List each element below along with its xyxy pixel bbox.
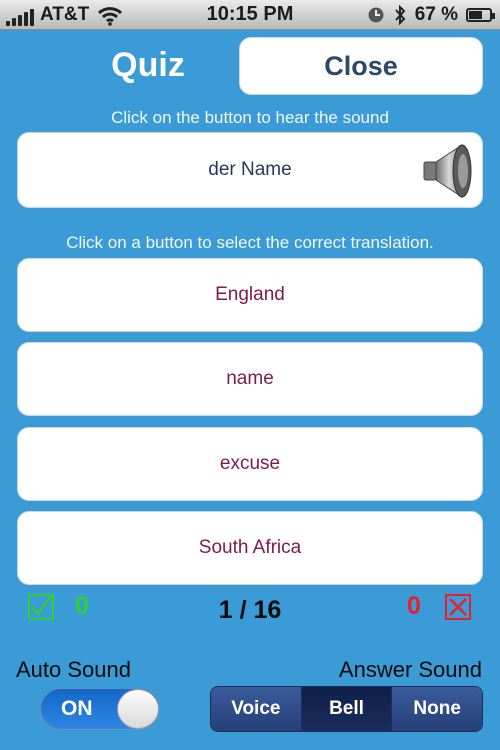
wrong-count: 0 — [407, 592, 421, 620]
speaker-icon — [423, 144, 472, 198]
battery-fill — [469, 11, 483, 19]
answer-label: South Africa — [198, 537, 302, 558]
answer-option-3[interactable]: excuse — [17, 427, 483, 501]
translation-hint: Click on a button to select the correct … — [66, 233, 434, 252]
status-bar: AT&T 10:15 PM 67 % — [0, 0, 500, 30]
word-label: der Name — [208, 159, 292, 180]
answer-label: England — [215, 284, 285, 305]
auto-sound-toggle[interactable]: ON — [40, 688, 160, 730]
toggle-state-label: ON — [61, 697, 93, 720]
auto-sound-label: Auto Sound — [16, 657, 131, 682]
toggle-knob[interactable] — [117, 689, 159, 729]
close-button[interactable]: Close — [239, 37, 483, 95]
answer-option-4[interactable]: South Africa — [17, 511, 483, 585]
answer-sound-label: Answer Sound — [338, 657, 482, 682]
answer-label: name — [226, 368, 274, 389]
question-progress: 1 / 16 — [218, 596, 282, 624]
status-right: 67 % — [367, 4, 495, 26]
x-icon — [445, 594, 471, 620]
answer-sound-segmented-control: Voice Bell None — [210, 686, 483, 732]
score-row: 0 1 / 16 0 — [0, 590, 500, 630]
segment-bell[interactable]: Bell — [301, 687, 393, 731]
bluetooth-icon — [394, 5, 406, 25]
segment-none[interactable]: None — [392, 687, 482, 731]
battery-percent: 67 % — [414, 4, 458, 25]
answer-label: excuse — [219, 453, 281, 474]
hear-hint: Click on the button to hear the sound — [111, 108, 389, 127]
segment-voice[interactable]: Voice — [211, 687, 302, 731]
clock-icon — [368, 7, 384, 23]
answer-option-2[interactable]: name — [17, 342, 483, 416]
answer-option-1[interactable]: England — [17, 258, 483, 332]
play-word-button[interactable]: der Name — [17, 132, 483, 208]
page-title: Quiz — [111, 46, 185, 84]
battery-icon — [466, 8, 495, 22]
